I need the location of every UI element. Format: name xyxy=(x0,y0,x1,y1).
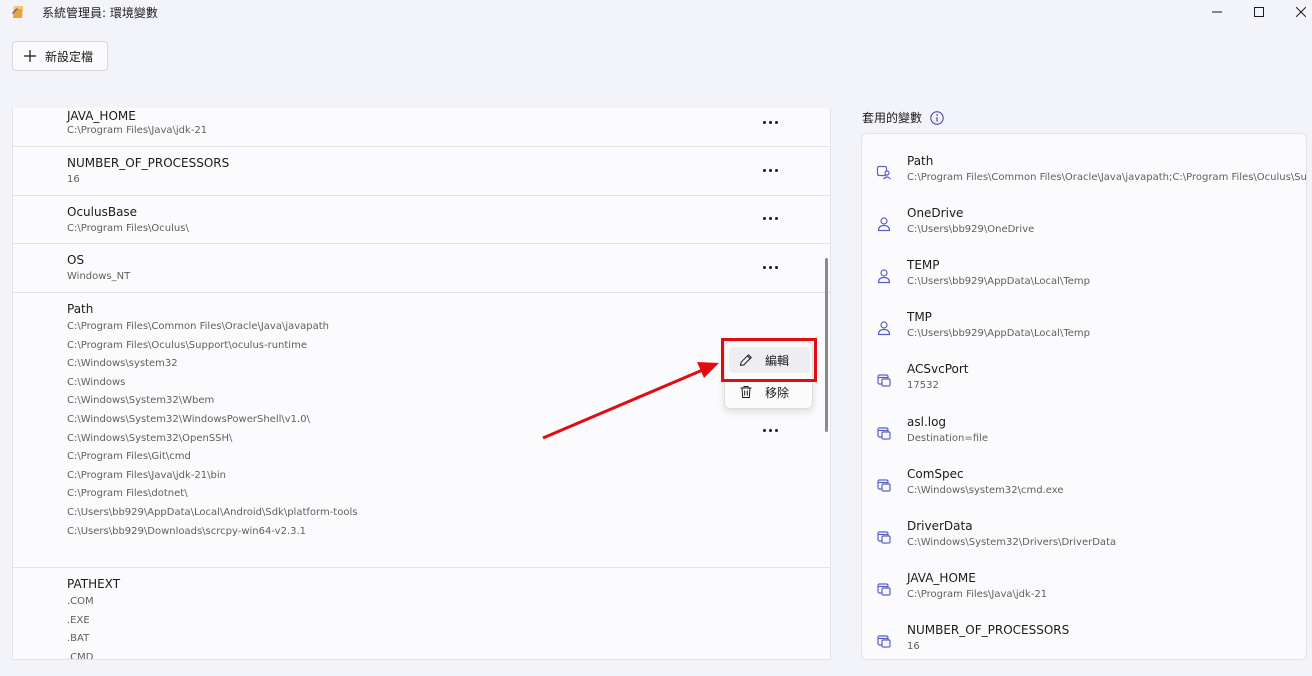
system-icon xyxy=(877,583,891,596)
applied-name: ComSpec xyxy=(907,467,964,481)
applied-item-temp: TEMP C:\Users\bb929\AppData\Local\Temp xyxy=(862,258,1306,310)
variable-value: C:\Users\bb929\AppData\Local\Android\Sdk… xyxy=(67,507,358,518)
system-icon xyxy=(877,427,891,440)
variable-value: C:\Windows\system32 xyxy=(67,358,178,369)
applied-name: TEMP xyxy=(907,258,940,272)
variable-value: C:\Windows\System32\OpenSSH\ xyxy=(67,433,233,444)
maximize-button[interactable] xyxy=(1236,0,1282,24)
system-icon xyxy=(877,479,891,492)
highlight-box-annotation xyxy=(721,338,817,382)
applied-value: 17532 xyxy=(907,380,939,391)
system-icon xyxy=(877,531,891,544)
more-options-button[interactable] xyxy=(759,210,781,226)
variable-value: C:\Program Files\Git\cmd xyxy=(67,451,191,462)
more-options-button[interactable] xyxy=(759,422,781,438)
variable-row-path[interactable]: Path C:\Program Files\Common Files\Oracl… xyxy=(13,293,830,568)
variable-row-java-home[interactable]: JAVA_HOME C:\Program Files\Java\jdk-21 xyxy=(13,108,830,147)
applied-variables-panel: Path C:\Program Files\Common Files\Oracl… xyxy=(861,133,1307,660)
variable-name: OculusBase xyxy=(67,205,138,219)
variable-value: C:\Windows\System32\WindowsPowerShell\v1… xyxy=(67,414,310,425)
close-icon xyxy=(1296,7,1306,17)
variable-row-oculusbase[interactable]: OculusBase C:\Program Files\Oculus\ xyxy=(13,196,830,244)
variable-value: C:\Windows xyxy=(67,377,126,388)
more-options-button[interactable] xyxy=(759,162,781,178)
new-profile-label: 新設定檔 xyxy=(45,49,94,64)
title-bar: 系統管理員: 環境變數 xyxy=(0,0,1312,24)
variable-value: .COM xyxy=(67,596,94,607)
variable-name: Path xyxy=(67,302,94,316)
applied-value: C:\Users\bb929\AppData\Local\Temp xyxy=(907,276,1090,287)
maximize-icon xyxy=(1254,7,1264,17)
applied-name: ACSvcPort xyxy=(907,362,969,376)
variable-name: JAVA_HOME xyxy=(67,109,136,123)
applied-item-java-home: JAVA_HOME C:\Program Files\Java\jdk-21 xyxy=(862,571,1306,623)
variable-value: C:\Windows\System32\Wbem xyxy=(67,395,215,406)
applied-value: C:\Windows\System32\Drivers\DriverData xyxy=(907,537,1117,548)
more-options-button[interactable] xyxy=(759,114,781,130)
applied-name: NUMBER_OF_PROCESSORS xyxy=(907,623,1070,637)
applied-name: JAVA_HOME xyxy=(907,571,976,585)
applied-item-acsvcport: ACSvcPort 17532 xyxy=(862,362,1306,414)
list-scrollbar[interactable] xyxy=(825,258,828,432)
system-user-icon xyxy=(876,165,891,180)
applied-item-path: Path C:\Program Files\Common Files\Oracl… xyxy=(862,154,1306,206)
applied-variables-heading: 套用的變數 xyxy=(862,109,944,126)
applied-name: asl.log xyxy=(907,415,947,429)
variable-value: C:\Program Files\Java\jdk-21\bin xyxy=(67,470,226,481)
remove-menu-item[interactable]: 移除 xyxy=(729,379,810,405)
remove-label: 移除 xyxy=(765,385,790,400)
applied-name: TMP xyxy=(907,310,932,324)
info-icon[interactable] xyxy=(930,110,944,125)
applied-value: Destination=file xyxy=(907,433,988,444)
system-icon xyxy=(877,374,891,387)
applied-value: C:\Windows\system32\cmd.exe xyxy=(907,485,1064,496)
variable-name: NUMBER_OF_PROCESSORS xyxy=(67,156,230,170)
applied-value: C:\Program Files\Common Files\Oracle\Jav… xyxy=(907,172,1307,183)
applied-item-number-of-processors: NUMBER_OF_PROCESSORS 16 xyxy=(862,623,1306,659)
variables-list: JAVA_HOME C:\Program Files\Java\jdk-21 N… xyxy=(12,108,831,660)
plus-icon xyxy=(24,50,36,62)
applied-name: DriverData xyxy=(907,519,973,533)
variable-value: C:\Program Files\Oculus\ xyxy=(67,223,189,234)
user-icon xyxy=(877,321,891,336)
applied-value: C:\Users\bb929\AppData\Local\Temp xyxy=(907,328,1090,339)
system-icon xyxy=(877,635,891,648)
variable-value: .CMD xyxy=(67,652,94,660)
window-title: 系統管理員: 環境變數 xyxy=(42,6,158,20)
applied-name: Path xyxy=(907,154,934,168)
variable-value: .BAT xyxy=(67,633,90,644)
applied-value: C:\Program Files\Java\jdk-21 xyxy=(907,589,1048,600)
variable-value: Windows_NT xyxy=(67,271,131,282)
variable-row-number-of-processors[interactable]: NUMBER_OF_PROCESSORS 16 xyxy=(13,147,830,196)
variable-row-pathext[interactable]: PATHEXT .COM .EXE .BAT .CMD xyxy=(13,568,830,660)
trash-icon xyxy=(740,386,752,398)
variable-value: .EXE xyxy=(67,615,90,626)
applied-item-driverdata: DriverData C:\Windows\System32\Drivers\D… xyxy=(862,519,1306,571)
applied-value: 16 xyxy=(907,641,920,652)
variable-value: C:\Users\bb929\Downloads\scrcpy-win64-v2… xyxy=(67,526,307,537)
variable-value: C:\Program Files\Java\jdk-21 xyxy=(67,125,208,136)
more-options-button[interactable] xyxy=(759,259,781,275)
applied-variables-title: 套用的變數 xyxy=(862,111,923,125)
applied-name: OneDrive xyxy=(907,206,964,220)
user-icon xyxy=(877,269,891,284)
applied-item-comspec: ComSpec C:\Windows\system32\cmd.exe xyxy=(862,467,1306,519)
variable-value: C:\Program Files\dotnet\ xyxy=(67,488,188,499)
close-button[interactable] xyxy=(1278,0,1312,24)
variable-name: OS xyxy=(67,253,85,267)
applied-value: C:\Users\bb929\OneDrive xyxy=(907,224,1035,235)
variable-name: PATHEXT xyxy=(67,577,121,591)
minimize-button[interactable] xyxy=(1194,0,1240,24)
applied-item-tmp: TMP C:\Users\bb929\AppData\Local\Temp xyxy=(862,310,1306,362)
variable-value: C:\Program Files\Oculus\Support\oculus-r… xyxy=(67,340,307,351)
app-logo-icon xyxy=(12,6,23,18)
new-profile-button[interactable]: 新設定檔 xyxy=(12,41,108,71)
variable-value: C:\Program Files\Common Files\Oracle\Jav… xyxy=(67,321,330,332)
minimize-icon xyxy=(1212,11,1222,13)
variable-value: 16 xyxy=(67,174,80,185)
applied-item-onedrive: OneDrive C:\Users\bb929\OneDrive xyxy=(862,206,1306,258)
variable-row-os[interactable]: OS Windows_NT xyxy=(13,244,830,293)
applied-item-asl-log: asl.log Destination=file xyxy=(862,415,1306,467)
user-icon xyxy=(877,217,891,232)
